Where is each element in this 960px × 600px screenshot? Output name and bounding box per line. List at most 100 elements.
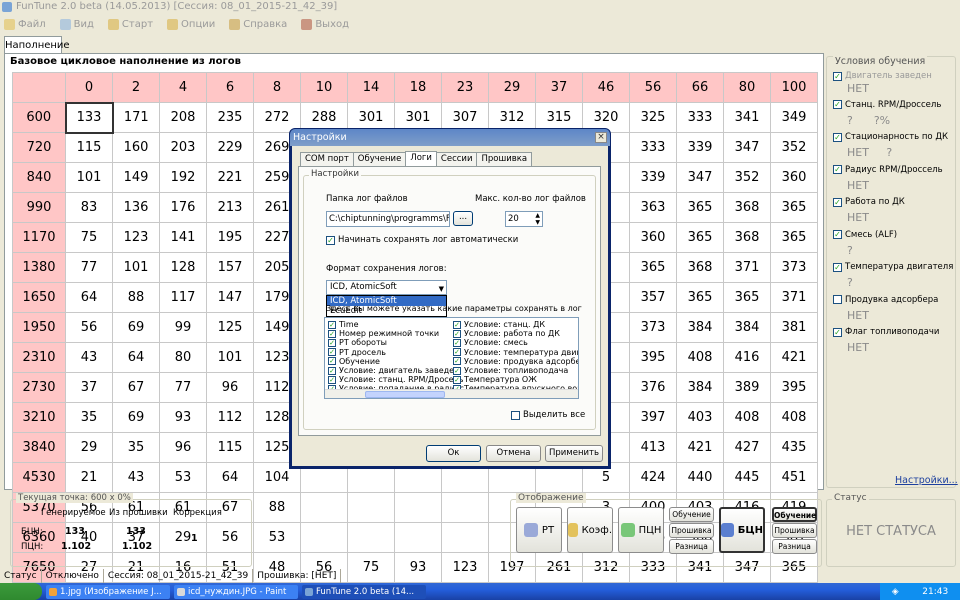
param-checkbox[interactable]: ✓ [453,338,461,347]
tab-learning[interactable]: Обучение [352,152,407,166]
table-cell[interactable]: 64 [112,342,160,373]
table-cell[interactable]: 53 [159,462,207,493]
param-item[interactable]: ✓ РТ обороты [328,338,464,347]
param-item[interactable]: ✓ Условие: топливоподача [453,366,578,375]
table-cell[interactable]: 88 [253,492,301,523]
table-cell[interactable]: 384 [723,312,771,343]
table-cell[interactable]: 451 [770,462,818,493]
rt-button[interactable]: РТ [516,507,562,553]
param-checkbox[interactable]: ✓ [328,320,336,329]
table-cell[interactable]: 424 [629,462,677,493]
table-cell[interactable]: 149 [112,162,160,193]
pcn-button[interactable]: ПЦН [618,507,664,553]
bcn-button[interactable]: БЦН [719,507,765,553]
table-cell[interactable]: 75 [65,222,113,253]
table-cell[interactable]: 445 [723,462,771,493]
horizontal-scrollbar[interactable] [325,389,578,398]
condition-checkbox[interactable]: ✓ [833,262,842,272]
table-cell[interactable]: 371 [770,282,818,313]
table-cell[interactable] [441,492,489,523]
condition-checkbox[interactable]: ✓ [833,132,842,142]
table-cell[interactable]: 235 [206,102,254,133]
table-cell[interactable]: 141 [159,222,207,253]
coef-button[interactable]: Коэф. [567,507,613,553]
table-cell[interactable]: 123 [112,222,160,253]
param-item[interactable]: ✓ Номер режимной точки [328,329,464,338]
table-cell[interactable]: 365 [676,282,724,313]
param-item[interactable]: ✓ Условие: продувка адсорбер [453,357,578,366]
table-cell[interactable]: 43 [112,462,160,493]
condition-checkbox[interactable]: ✓ [833,230,842,239]
table-cell[interactable]: 365 [770,222,818,253]
param-checkbox[interactable]: ✓ [453,329,461,338]
table-cell[interactable]: 421 [770,342,818,373]
tab-sessions[interactable]: Сессии [435,152,478,166]
param-checkbox[interactable]: ✓ [328,375,336,384]
menu-item-3[interactable]: Опции [167,18,215,30]
apply-button[interactable]: Применить [545,445,603,462]
table-cell[interactable]: 128 [159,252,207,283]
param-checkbox[interactable]: ✓ [453,366,461,375]
table-cell[interactable] [347,522,395,553]
table-cell[interactable]: 339 [629,162,677,193]
table-cell[interactable]: 413 [629,432,677,463]
table-cell[interactable]: 53 [253,522,301,553]
log-folder-input[interactable]: C:\chiptunning\programms\FunT [326,211,450,227]
table-cell[interactable]: 101 [112,252,160,283]
table-cell[interactable] [394,492,442,523]
table-cell[interactable]: 35 [65,402,113,433]
menu-item-1[interactable]: Вид [59,18,94,30]
table-cell[interactable]: 195 [206,222,254,253]
table-cell[interactable]: 408 [723,402,771,433]
tab-logs[interactable]: Логи [405,151,437,166]
table-cell[interactable]: 363 [629,192,677,223]
table-cell[interactable]: 325 [629,102,677,133]
table-cell[interactable]: 88 [112,282,160,313]
menu-item-0[interactable]: Файл [4,18,46,30]
table-cell[interactable]: 408 [676,342,724,373]
param-checkbox[interactable]: ✓ [453,320,461,329]
table-cell[interactable] [441,522,489,553]
table-cell[interactable]: 365 [723,282,771,313]
table-cell[interactable]: 83 [65,192,113,223]
param-item[interactable]: ✓ Условие: станц. ДК [453,320,578,329]
table-cell[interactable] [394,522,442,553]
param-item[interactable]: ✓ Условие: станц. RPM/Дросель [328,375,464,384]
table-cell[interactable]: 421 [676,432,724,463]
table-cell[interactable]: 56 [65,312,113,343]
table-cell[interactable]: 339 [676,132,724,163]
table-cell[interactable]: 381 [770,312,818,343]
table-cell[interactable]: 64 [206,462,254,493]
table-cell[interactable]: 440 [676,462,724,493]
table-cell[interactable]: 435 [770,432,818,463]
table-cell[interactable]: 176 [159,192,207,223]
tab-com-port[interactable]: COM порт [300,152,354,166]
table-cell[interactable]: 43 [65,342,113,373]
table-cell[interactable]: 221 [206,162,254,193]
clock[interactable]: 21:43 [922,587,948,597]
table-cell[interactable]: 69 [112,402,160,433]
menu-item-2[interactable]: Старт [107,18,153,30]
param-item[interactable]: ✓ Условие: двигатель заведен [328,366,464,375]
table-cell[interactable]: 112 [206,402,254,433]
table-cell[interactable]: 384 [676,372,724,403]
table-cell[interactable]: 341 [723,102,771,133]
table-cell[interactable]: 416 [723,342,771,373]
table-cell[interactable]: 160 [112,132,160,163]
param-item[interactable]: ✓ Time [328,320,464,329]
table-cell[interactable]: 37 [65,372,113,403]
table-cell[interactable]: 347 [676,162,724,193]
table-cell[interactable]: 357 [629,282,677,313]
table-cell[interactable]: 395 [629,342,677,373]
table-cell[interactable] [347,492,395,523]
param-checkbox[interactable]: ✓ [328,348,336,357]
table-cell[interactable]: 368 [723,192,771,223]
table-cell[interactable]: 349 [770,102,818,133]
condition-checkbox[interactable]: ✓ [833,327,842,337]
pcn-learning-button[interactable]: Обучение [669,507,714,522]
table-cell[interactable]: 229 [206,132,254,163]
menu-item-5[interactable]: Выход [301,18,349,30]
table-cell[interactable]: 171 [112,102,160,133]
table-cell[interactable] [300,492,348,523]
param-item[interactable]: ✓ РТ дросель [328,348,464,357]
